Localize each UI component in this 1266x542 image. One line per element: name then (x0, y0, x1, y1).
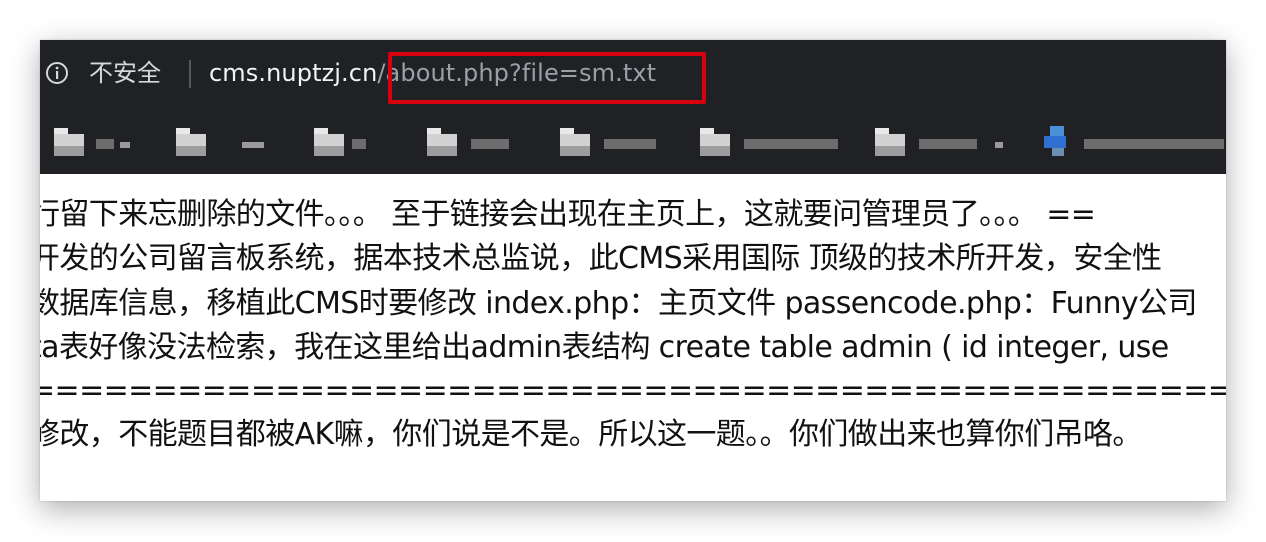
text-line: 数据库信息，移植此CMS时要修改 index.php：主页文件 passenco… (40, 286, 1197, 321)
bookmarks-bar (40, 108, 1226, 174)
folder-icon (176, 128, 206, 156)
text-line: 行留下来忘删除的文件。。。 至于链接会出现在主页上，这就要问管理员了。。。 == (40, 197, 1096, 232)
bookmark-item[interactable] (314, 116, 424, 166)
text-line: 修改，不能题目都被AK嘛，你们说是不是。所以这一题。。你们做出来也算你们吊咯。 (40, 417, 1142, 452)
bookmark-item[interactable] (427, 116, 547, 166)
bookmark-label-pixelated (96, 139, 114, 149)
bookmark-label-pixelated (744, 139, 838, 149)
bookmark-item[interactable] (1044, 116, 1226, 166)
browser-window: 不安全 cms.nuptzj.cn/about.php?file=sm.txt (40, 40, 1226, 501)
bookmark-label-pixelated (471, 139, 509, 149)
address-bar[interactable]: 不安全 cms.nuptzj.cn/about.php?file=sm.txt (40, 40, 1226, 108)
url-host: cms.nuptzj.cn (209, 59, 378, 87)
globe-favicon-icon (1044, 126, 1066, 156)
bookmark-item[interactable] (176, 116, 286, 166)
bookmark-item[interactable] (700, 116, 860, 166)
url-highlight-box (388, 52, 706, 104)
bookmark-label-pixelated (1084, 139, 1224, 149)
bookmark-label-pixelated (995, 142, 1003, 148)
bookmark-label-pixelated (120, 142, 130, 148)
folder-icon (700, 128, 730, 156)
not-secure-label[interactable]: 不安全 (89, 57, 161, 89)
browser-toolbar: 不安全 cms.nuptzj.cn/about.php?file=sm.txt (40, 40, 1226, 174)
bookmark-label-pixelated (242, 142, 264, 148)
bookmark-label-pixelated (919, 139, 977, 149)
address-separator (189, 60, 191, 88)
page-content: 行留下来忘删除的文件。。。 至于链接会出现在主页上，这就要问管理员了。。。 ==… (40, 174, 1226, 501)
text-line: 开发的公司留言板系统，据本技术总监说，此CMS采用国际 顶级的技术所开发，安全性 (40, 241, 1162, 276)
bookmark-item[interactable] (560, 116, 680, 166)
bookmark-label-pixelated (352, 139, 366, 149)
folder-icon (314, 128, 344, 156)
bookmark-item[interactable] (875, 116, 1025, 166)
folder-icon (427, 128, 457, 156)
text-line: ========================================… (40, 373, 1226, 408)
bookmark-label-pixelated (604, 139, 656, 149)
info-circle-icon[interactable] (45, 61, 69, 85)
folder-icon (560, 128, 590, 156)
folder-icon (54, 128, 84, 156)
text-line: ta表好像没法检索，我在这里给出admin表结构 create table ad… (40, 330, 1169, 365)
folder-icon (875, 128, 905, 156)
bookmark-item[interactable] (54, 116, 164, 166)
